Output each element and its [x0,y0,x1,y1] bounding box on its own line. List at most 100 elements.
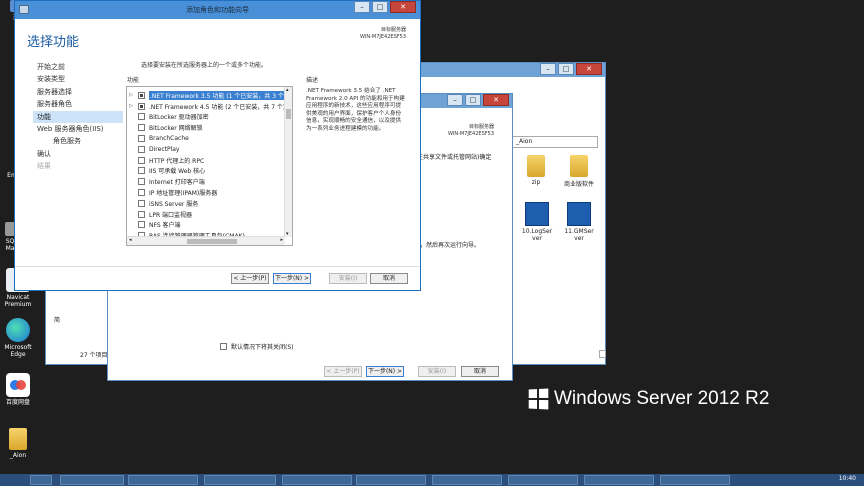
scroll-thumb[interactable] [187,239,237,244]
windows-server-brand: Windows Server 2012 R2 [528,388,769,410]
nav-item-install-type[interactable]: 安装类型 [37,73,123,85]
feature-row[interactable]: NFS 客户端 [127,220,181,231]
feature-checkbox[interactable] [138,156,145,164]
minimize-button[interactable]: – [447,94,463,106]
feature-row[interactable]: ▷ .NET Framework 4.5 功能 (2 个已安装，共 7 个) [127,101,285,112]
taskbar-item[interactable] [128,475,198,485]
file-item[interactable]: zip [519,155,553,186]
taskbar-item[interactable] [508,475,578,485]
taskbar-item[interactable] [60,475,124,485]
feature-row[interactable]: ▷ .NET Framework 3.5 功能 (1 个已安装，共 3 个) [127,90,288,101]
view-toggle-button[interactable] [599,350,606,358]
nav-pane-item[interactable]: 简 [54,315,66,325]
feature-checkbox[interactable] [138,113,145,121]
features-horizontal-scrollbar[interactable]: ◂ ▸ [127,236,285,245]
taskbar-item[interactable] [660,475,730,485]
feature-row[interactable]: IIS 可承载 Web 核心 [127,166,205,177]
scroll-down-icon[interactable]: ▾ [286,231,289,237]
feature-checkbox[interactable] [138,178,145,186]
feature-label: iSNS Server 服务 [149,200,199,208]
nav-item-confirmation[interactable]: 确认 [37,148,123,160]
server-caption: 目标服务器 [468,124,494,130]
feature-row[interactable]: IP 地址管理(IPAM)服务器 [127,187,217,198]
feature-row[interactable]: Internet 打印客户端 [127,176,205,187]
feature-row[interactable]: iSNS Server 服务 [127,198,198,209]
taskbar-item[interactable] [432,475,502,485]
page-title: 选择功能 [27,35,80,50]
scroll-thumb[interactable] [286,109,291,119]
desktop-icon-baidu[interactable]: 百度网盘 [0,373,38,406]
file-label: zip [531,179,541,186]
expand-arrow-icon[interactable]: ▷ [127,103,135,109]
feature-checkbox[interactable] [138,124,145,132]
wizard-titlebar[interactable]: 添加角色和功能向导 – □ ✕ [15,1,420,19]
feature-checkbox[interactable] [138,221,145,229]
add-roles-features-wizard[interactable]: 添加角色和功能向导 – □ ✕ 选择功能 目标服务器 WIN-M7JE42ESF… [14,0,421,291]
taskbar-item[interactable] [584,475,654,485]
taskbar-item[interactable] [30,475,52,485]
start-button[interactable] [2,475,24,485]
back-wizard-next-button[interactable]: 下一步(N) > [366,366,404,377]
feature-checkbox[interactable] [138,189,145,197]
taskbar-item[interactable] [282,475,352,485]
nav-item-features[interactable]: 功能 [33,110,123,123]
cancel-button[interactable]: 取消 [370,273,408,284]
file-item[interactable]: 商业版软件 [557,155,601,188]
prev-button[interactable]: < 上一步(P) [231,273,269,284]
feature-checkbox[interactable] [138,210,145,218]
features-list[interactable]: ▷ .NET Framework 3.5 功能 (1 个已安装，共 3 个) ▷ .N… [126,86,293,246]
file-item[interactable]: 11.GMSer ver [560,202,598,242]
nav-item-server-selection[interactable]: 服务器选择 [37,86,123,98]
maximize-button[interactable]: □ [558,63,574,75]
feature-row[interactable]: BitLocker 网络解锁 [127,122,203,133]
taskbar-clock: 10:40 [838,475,856,482]
close-button[interactable]: ✕ [483,94,509,106]
maximize-button[interactable]: □ [465,94,481,106]
taskbar-item[interactable] [356,475,426,485]
desktop-icon-aion[interactable]: _Aion [0,428,38,459]
explorer-address-bar[interactable]: _Aion [512,136,598,148]
restart-checkbox-row[interactable]: 默认情况下将其关闭(S) [220,342,294,351]
feature-checkbox[interactable] [138,91,145,99]
back-wizard-cancel-button[interactable]: 取消 [461,366,499,377]
features-vertical-scrollbar[interactable]: ▴ ▾ [284,87,292,237]
feature-checkbox[interactable] [138,167,145,175]
close-button[interactable]: ✕ [390,1,416,13]
scroll-left-icon[interactable]: ◂ [129,237,132,243]
nav-item-server-roles[interactable]: 服务器角色 [37,98,123,110]
install-button[interactable]: 安装(I) [329,273,367,284]
next-button[interactable]: 下一步(N) > [273,273,311,284]
back-wizard-prev-button[interactable]: < 上一步(P) [324,366,362,377]
nav-item-web-server-role[interactable]: Web 服务器角色(IIS) [37,123,123,135]
close-button[interactable]: ✕ [576,63,602,75]
maximize-button[interactable]: □ [372,1,388,13]
feature-checkbox[interactable] [138,102,145,110]
minimize-button[interactable]: – [354,1,370,13]
feature-row[interactable]: BitLocker 驱动器加密 [127,112,209,123]
desktop-icon-edge[interactable]: Microsoft Edge [0,318,38,358]
item-count: 27 个项目 [80,352,108,359]
scroll-up-icon[interactable]: ▴ [286,87,289,93]
restart-checkbox[interactable] [220,343,227,350]
feature-row[interactable]: DirectPlay [127,144,179,155]
feature-checkbox[interactable] [138,199,145,207]
desktop-icon-label: Microsoft Edge [4,344,32,358]
nav-item-role-services[interactable]: 角色服务 [37,135,123,147]
feature-label: BitLocker 驱动器加密 [149,114,209,122]
feature-row[interactable]: HTTP 代理上的 RPC [127,155,204,166]
feature-checkbox[interactable] [138,135,145,143]
feature-checkbox[interactable] [138,145,145,153]
file-label: 11.GMSer ver [564,228,594,242]
nav-item-before-you-begin[interactable]: 开始之前 [37,61,123,73]
scroll-right-icon[interactable]: ▸ [280,237,283,243]
back-wizard-install-button[interactable]: 安装(I) [418,366,456,377]
taskbar-item[interactable] [204,475,276,485]
minimize-button[interactable]: – [540,63,556,75]
feature-label: LPR 端口监视器 [149,211,193,219]
feature-row[interactable]: LPR 端口监视器 [127,209,192,220]
nav-item-label: 简 [54,317,61,324]
expand-arrow-icon[interactable]: ▷ [127,92,135,98]
feature-row[interactable]: BranchCache [127,133,189,144]
restart-checkbox-label: 默认情况下将其关闭(S) [231,344,294,351]
file-item[interactable]: 10.LogSer ver [519,202,555,242]
